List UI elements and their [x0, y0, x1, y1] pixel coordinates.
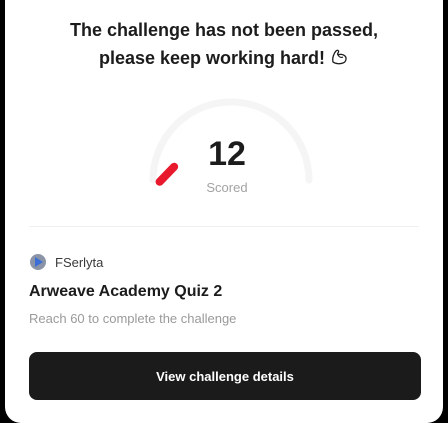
- view-challenge-details-button[interactable]: View challenge details: [29, 352, 421, 400]
- score-ring-progress: [155, 162, 179, 186]
- author-name: FSerlyta: [55, 254, 104, 270]
- result-headline: The challenge has not been passed, pleas…: [5, 16, 443, 75]
- quiz-title: Arweave Academy Quiz 2: [29, 283, 223, 300]
- quiz-author: FSerlyta: [29, 253, 103, 271]
- divider: [29, 226, 419, 227]
- headline-line-2-text: please keep working hard!: [98, 48, 326, 68]
- headline-line-1: The challenge has not been passed,: [69, 20, 379, 40]
- score-label: Scored: [206, 180, 248, 195]
- flexed-biceps-icon: [329, 47, 349, 75]
- completion-hint: Reach 60 to complete the challenge: [29, 311, 237, 326]
- score-value: 12: [208, 135, 246, 173]
- author-avatar: [30, 254, 46, 270]
- score-gauge: 12 Scored: [137, 92, 317, 202]
- challenge-result-card: The challenge has not been passed, pleas…: [5, 0, 443, 423]
- headline-line-2: please keep working hard!: [5, 44, 443, 75]
